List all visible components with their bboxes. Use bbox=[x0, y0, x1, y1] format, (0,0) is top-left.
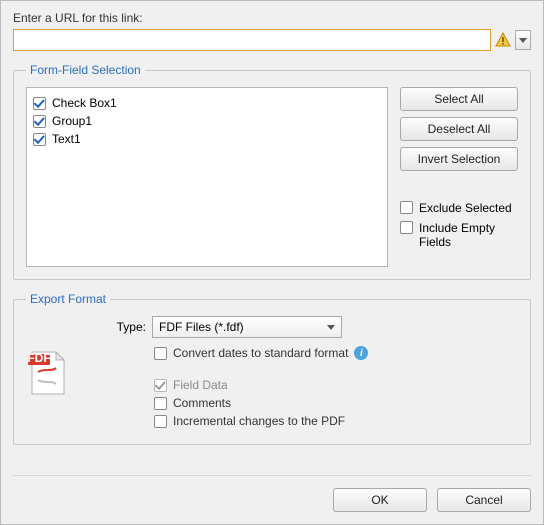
exclude-selected-checkbox[interactable] bbox=[400, 201, 413, 214]
field-checkbox[interactable] bbox=[33, 115, 46, 128]
field-checkbox[interactable] bbox=[33, 133, 46, 146]
type-select-value: FDF Files (*.fdf) bbox=[159, 320, 244, 334]
form-field-selection-group: Form-Field Selection Check Box1 Group1 T… bbox=[13, 63, 531, 280]
field-data-label: Field Data bbox=[173, 378, 228, 392]
form-field-selection-legend: Form-Field Selection bbox=[26, 63, 145, 77]
fdf-file-icon: FDF bbox=[26, 348, 68, 396]
dialog-footer: OK Cancel bbox=[333, 488, 531, 512]
url-dropdown-button[interactable] bbox=[515, 30, 531, 50]
include-empty-checkbox[interactable] bbox=[400, 221, 413, 234]
type-select[interactable]: FDF Files (*.fdf) bbox=[152, 316, 342, 338]
invert-selection-button[interactable]: Invert Selection bbox=[400, 147, 518, 171]
field-label: Group1 bbox=[52, 114, 92, 128]
list-item[interactable]: Group1 bbox=[33, 112, 381, 130]
exclude-selected-label: Exclude Selected bbox=[419, 201, 512, 215]
list-item[interactable]: Text1 bbox=[33, 130, 381, 148]
type-label: Type: bbox=[98, 320, 146, 334]
export-format-legend: Export Format bbox=[26, 292, 110, 306]
field-side-panel: Select All Deselect All Invert Selection… bbox=[400, 87, 518, 267]
url-input[interactable] bbox=[13, 29, 491, 51]
convert-dates-checkbox[interactable] bbox=[154, 347, 167, 360]
export-format-group: Export Format FDF Type: bbox=[13, 292, 531, 445]
url-label: Enter a URL for this link: bbox=[13, 11, 531, 25]
field-data-checkbox bbox=[154, 379, 167, 392]
incremental-label: Incremental changes to the PDF bbox=[173, 414, 345, 428]
select-all-button[interactable]: Select All bbox=[400, 87, 518, 111]
incremental-checkbox[interactable] bbox=[154, 415, 167, 428]
field-label: Text1 bbox=[52, 132, 81, 146]
include-empty-label: Include Empty Fields bbox=[419, 221, 518, 249]
svg-text:FDF: FDF bbox=[27, 351, 50, 365]
list-item[interactable]: Check Box1 bbox=[33, 94, 381, 112]
ok-button[interactable]: OK bbox=[333, 488, 427, 512]
chevron-down-icon bbox=[519, 38, 527, 43]
cancel-button[interactable]: Cancel bbox=[437, 488, 531, 512]
convert-dates-label: Convert dates to standard format bbox=[173, 346, 348, 360]
comments-checkbox[interactable] bbox=[154, 397, 167, 410]
url-row bbox=[13, 29, 531, 51]
warning-icon bbox=[495, 32, 511, 48]
field-label: Check Box1 bbox=[52, 96, 117, 110]
dialog: Enter a URL for this link: Form-Field Se… bbox=[0, 0, 544, 525]
comments-label: Comments bbox=[173, 396, 231, 410]
deselect-all-button[interactable]: Deselect All bbox=[400, 117, 518, 141]
field-list[interactable]: Check Box1 Group1 Text1 bbox=[26, 87, 388, 267]
info-icon[interactable]: i bbox=[354, 346, 368, 360]
chevron-down-icon bbox=[327, 325, 335, 330]
footer-separator bbox=[13, 475, 531, 476]
field-checkbox[interactable] bbox=[33, 97, 46, 110]
